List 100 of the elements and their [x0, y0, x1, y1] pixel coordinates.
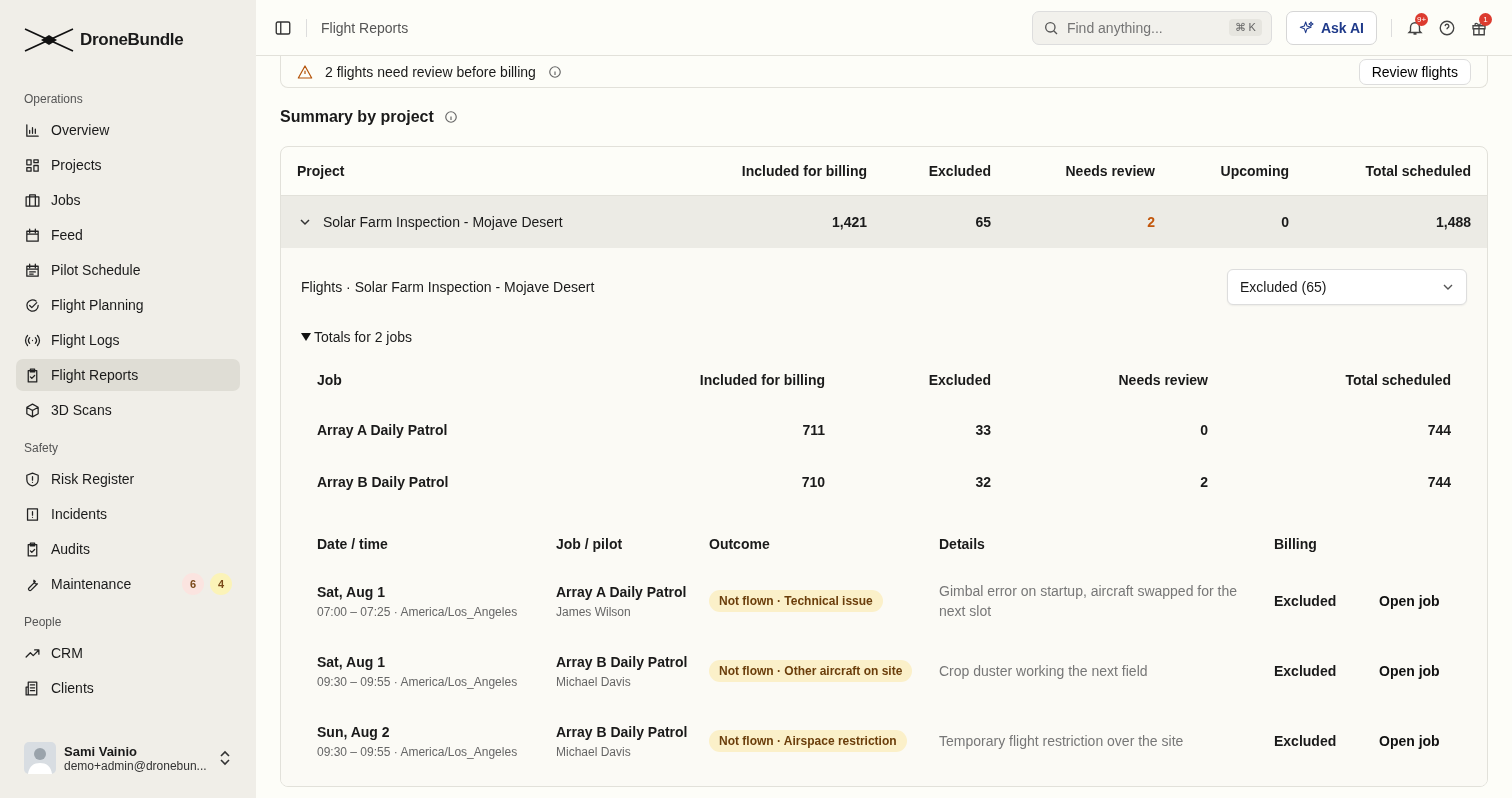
totals-toggle[interactable]: Totals for 2 jobs: [301, 326, 1467, 348]
nav-item[interactable]: Incidents: [16, 498, 240, 530]
flight-date: Sun, Aug 2: [317, 723, 391, 740]
nav-item[interactable]: CRM: [16, 637, 240, 669]
column-header: Needs review: [1064, 163, 1155, 179]
open-job-link[interactable]: Open job: [1379, 593, 1440, 609]
sparkle-icon: [1298, 19, 1315, 36]
chevron-down-icon[interactable]: [299, 216, 311, 228]
job-name: Array A Daily Patrol: [556, 583, 688, 600]
pilot-name: Michael Davis: [556, 744, 632, 759]
open-job-link[interactable]: Open job: [1379, 733, 1440, 749]
notification-badge: 1: [1479, 12, 1492, 26]
table-cell-text: 2: [1199, 474, 1208, 490]
chart-icon: [24, 121, 41, 139]
column-header: Excluded: [927, 372, 991, 388]
section-title: Safety: [23, 440, 60, 457]
flight-details: Crop duster working the next field: [939, 662, 1149, 681]
table-cell-text: 2: [1146, 214, 1155, 230]
user-name: Sami Vainio: [64, 743, 138, 759]
flight-details: Temporary flight restriction over the site: [939, 732, 1185, 751]
table-cell-text: 0: [1199, 422, 1208, 438]
pilot-name: Michael Davis: [556, 674, 632, 689]
nav-item[interactable]: Feed: [16, 219, 240, 251]
nav-item[interactable]: Flight Planning: [16, 289, 240, 321]
flight-details: Gimbal error on startup, aircraft swapped for the next slot: [939, 582, 1239, 621]
cube-icon: [24, 401, 41, 419]
logo-icon: [24, 27, 74, 53]
alert-message: 2 flights need review before billing: [325, 63, 536, 80]
calendar-icon: [24, 261, 41, 279]
nav-item[interactable]: Maintenance 6 4: [16, 568, 240, 600]
nav-item[interactable]: Pilot Schedule: [16, 254, 240, 286]
breadcrumb[interactable]: Flight Reports: [321, 19, 409, 36]
warning-icon: [297, 63, 313, 80]
nav-item[interactable]: Risk Register: [16, 463, 240, 495]
column-header: Date / time: [317, 536, 389, 552]
nav-item[interactable]: Audits: [16, 533, 240, 565]
flight-time: 09:30 – 09:55 · America/Los_Angeles: [317, 744, 519, 759]
billing-status: Excluded: [1274, 663, 1338, 679]
column-header: Excluded: [927, 163, 991, 179]
outcome-tag: Not flown · Other aircraft on site: [709, 660, 913, 682]
flight-time: 09:30 – 09:55 · America/Los_Angeles: [317, 674, 519, 689]
table-cell-text: 1,488: [1434, 214, 1471, 230]
column-header: Project: [297, 163, 346, 179]
help-icon[interactable]: [1438, 18, 1456, 37]
review-flights-button[interactable]: Review flights: [1358, 58, 1471, 85]
count-badge: 6: [182, 573, 204, 595]
column-header: Included for billing: [740, 163, 867, 179]
ask-ai-button[interactable]: Ask AI: [1285, 10, 1377, 45]
column-header: Outcome: [709, 536, 771, 552]
table-cell-text: 710: [800, 474, 825, 490]
count-badge: 4: [210, 573, 232, 595]
user-email: demo+admin@dronebun...: [64, 758, 208, 773]
nav-item[interactable]: Overview: [16, 114, 240, 146]
section-title: People: [23, 614, 63, 631]
nav-item[interactable]: Jobs: [16, 184, 240, 216]
avatar-icon: [24, 742, 56, 774]
nav-item[interactable]: Projects: [16, 149, 240, 181]
notification-badge: 9+: [1415, 12, 1429, 26]
grid-icon: [24, 156, 41, 174]
outcome-tag: Not flown · Airspace restriction: [709, 730, 907, 752]
table-cell-text: 744: [1426, 422, 1451, 438]
column-header: Billing: [1274, 536, 1318, 552]
section-heading: Summary by project: [280, 108, 434, 126]
flight-date: Sat, Aug 1: [317, 653, 386, 670]
project-row[interactable]: Solar Farm Inspection - Mojave Desert 1,421 65 2 0 1,488: [281, 196, 1487, 248]
job-name: Array B Daily Patrol: [556, 653, 689, 670]
info-icon[interactable]: [547, 64, 562, 79]
exclamation-icon: [24, 505, 41, 523]
shield-icon: [24, 470, 41, 488]
table-cell-text: 32: [974, 474, 991, 490]
column-header: Needs review: [1117, 372, 1208, 388]
column-header: Job: [317, 372, 343, 388]
table-cell-text: 711: [801, 422, 825, 438]
user-menu[interactable]: Sami Vainio demo+admin@dronebun...: [16, 742, 240, 774]
billing-status: Excluded: [1274, 733, 1338, 749]
column-header: Total scheduled: [1344, 372, 1451, 388]
column-header: Job / pilot: [556, 536, 624, 552]
outcome-tag: Not flown · Technical issue: [709, 590, 883, 612]
nav-item[interactable]: Flight Logs: [16, 324, 240, 356]
section-title: Operations: [23, 91, 84, 108]
nav-item[interactable]: 3D Scans: [16, 394, 240, 426]
column-header: Included for billing: [698, 372, 825, 388]
filter-select[interactable]: Excluded (65): [1227, 269, 1467, 305]
panel-title: Flights · Solar Farm Inspection - Mojave Desert: [301, 279, 595, 295]
table-cell-text: 744: [1426, 474, 1451, 490]
column-header: Upcoming: [1219, 163, 1289, 179]
table-cell-text: Array A Daily Patrol: [317, 422, 449, 438]
table-cell-text: Array B Daily Patrol: [317, 474, 450, 490]
column-header: Total scheduled: [1364, 163, 1471, 179]
open-job-link[interactable]: Open job: [1379, 663, 1440, 679]
info-icon[interactable]: [443, 110, 458, 124]
sidebar-toggle-icon[interactable]: [274, 18, 292, 37]
table-cell-text: 65: [974, 214, 991, 230]
column-header: Details: [939, 536, 986, 552]
job-name: Array B Daily Patrol: [556, 723, 689, 740]
pilot-name: James Wilson: [556, 604, 632, 619]
nav-item[interactable]: Flight Reports: [16, 359, 240, 391]
nav-item[interactable]: Clients: [16, 672, 240, 704]
table-cell-text: 0: [1280, 214, 1289, 230]
search-icon: [1042, 19, 1059, 36]
